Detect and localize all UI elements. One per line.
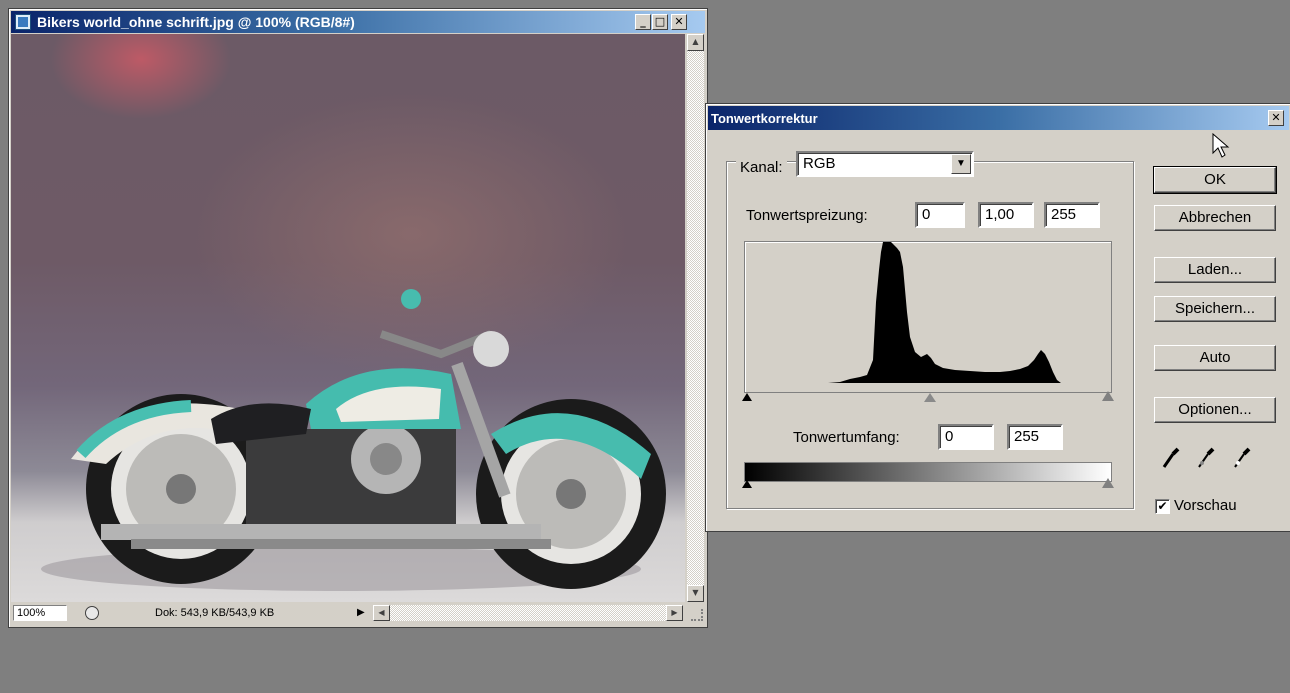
mouse-cursor-icon: [1212, 133, 1230, 158]
document-title-bar[interactable]: Bikers world_ohne schrift.jpg @ 100% (RG…: [11, 11, 705, 33]
output-white-field[interactable]: 255: [1007, 424, 1063, 450]
output-black-field[interactable]: 0: [938, 424, 994, 450]
close-button[interactable]: ✕: [671, 14, 687, 30]
document-size-info: Dok: 543,9 KB/543,9 KB: [155, 607, 275, 619]
channel-label: Kanal:: [736, 151, 787, 176]
white-eyedropper-icon[interactable]: [1232, 446, 1252, 470]
maximize-button[interactable]: □: [652, 14, 668, 30]
input-gamma-field[interactable]: 1,00: [978, 202, 1034, 228]
dialog-close-button[interactable]: ✕: [1268, 110, 1284, 126]
document-title: Bikers world_ohne schrift.jpg @ 100% (RG…: [37, 14, 355, 30]
histogram-graph: [828, 242, 1061, 383]
document-window: Bikers world_ohne schrift.jpg @ 100% (RG…: [8, 8, 708, 628]
input-black-slider[interactable]: [742, 393, 752, 401]
channel-value: RGB: [803, 155, 836, 172]
input-black-field[interactable]: 0: [915, 202, 965, 228]
scroll-down-arrow-icon[interactable]: ▼: [687, 585, 704, 602]
scroll-left-arrow-icon[interactable]: ◀: [373, 605, 390, 621]
resize-grip-icon[interactable]: [691, 609, 703, 621]
input-gamma-slider[interactable]: [924, 393, 936, 402]
levels-dialog: Tonwertkorrektur ✕ Kanal: RGB ▼ Tonwerts…: [705, 103, 1290, 532]
canvas-image[interactable]: [11, 34, 685, 602]
dialog-title: Tonwertkorrektur: [711, 111, 818, 126]
channel-select[interactable]: RGB ▼: [796, 151, 974, 177]
status-menu-icon[interactable]: [85, 606, 99, 620]
histogram: [744, 241, 1112, 393]
zoom-field[interactable]: 100%: [13, 605, 67, 621]
save-button[interactable]: Speichern...: [1154, 296, 1276, 322]
motorcycle-photo: [41, 34, 666, 591]
dialog-title-bar[interactable]: Tonwertkorrektur ✕: [708, 106, 1289, 130]
output-white-slider[interactable]: [1102, 478, 1114, 488]
preview-checkbox[interactable]: ✔: [1155, 499, 1170, 514]
status-arrow-icon[interactable]: ▶: [357, 607, 365, 618]
ok-button[interactable]: OK: [1153, 166, 1277, 194]
auto-button[interactable]: Auto: [1154, 345, 1276, 371]
minimize-button[interactable]: _: [635, 14, 651, 30]
output-levels-label: Tonwertumfang:: [793, 429, 900, 446]
cancel-button[interactable]: Abbrechen: [1154, 205, 1276, 231]
horizontal-scrollbar[interactable]: ◀ ▶: [373, 605, 683, 621]
load-button[interactable]: Laden...: [1154, 257, 1276, 283]
chevron-down-icon[interactable]: ▼: [951, 154, 971, 174]
vertical-scrollbar[interactable]: ▲ ▼: [687, 34, 704, 602]
scroll-up-arrow-icon[interactable]: ▲: [687, 34, 704, 51]
photoshop-document-icon: [15, 14, 31, 30]
input-white-field[interactable]: 255: [1044, 202, 1100, 228]
scroll-right-arrow-icon[interactable]: ▶: [666, 605, 683, 621]
options-button[interactable]: Optionen...: [1154, 397, 1276, 423]
input-levels-label: Tonwertspreizung:: [746, 207, 868, 224]
output-gradient-bar: [744, 462, 1112, 482]
input-white-slider[interactable]: [1102, 391, 1114, 401]
preview-label[interactable]: Vorschau: [1174, 497, 1237, 514]
output-black-slider[interactable]: [742, 480, 752, 488]
gray-eyedropper-icon[interactable]: [1196, 446, 1216, 470]
black-eyedropper-icon[interactable]: [1161, 446, 1181, 470]
status-bar: 100% Dok: 543,9 KB/543,9 KB ▶ ◀ ▶: [11, 603, 705, 623]
